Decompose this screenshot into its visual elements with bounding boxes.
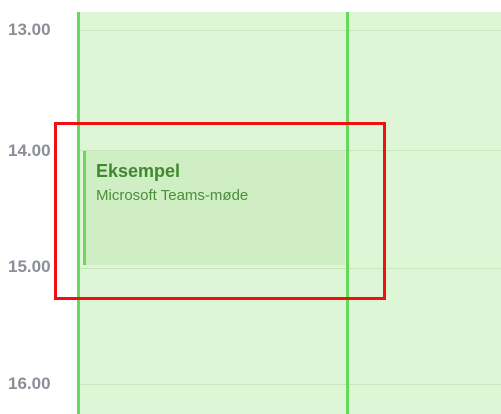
event-title: Eksempel bbox=[96, 161, 181, 181]
day-separator-left bbox=[77, 12, 80, 414]
calendar-grid[interactable]: Eksempel Microsoft Teams-møde bbox=[77, 12, 501, 414]
time-label-13: 13.00 bbox=[8, 20, 51, 39]
day-separator-right bbox=[346, 12, 349, 414]
calendar-day-view: 13.00 14.00 15.00 16.00 Eksempel Microso… bbox=[0, 0, 501, 414]
time-label-14: 14.00 bbox=[8, 141, 51, 160]
time-gutter: 13.00 14.00 15.00 16.00 bbox=[0, 0, 77, 414]
event-subtitle: Microsoft Teams-møde bbox=[96, 186, 249, 204]
time-label-15: 15.00 bbox=[8, 257, 51, 276]
hour-line-15 bbox=[77, 268, 501, 269]
calendar-event[interactable]: Eksempel Microsoft Teams-møde bbox=[83, 151, 345, 265]
hour-line-13 bbox=[77, 30, 501, 31]
time-label-16: 16.00 bbox=[8, 374, 51, 393]
hour-line-16 bbox=[77, 384, 501, 385]
